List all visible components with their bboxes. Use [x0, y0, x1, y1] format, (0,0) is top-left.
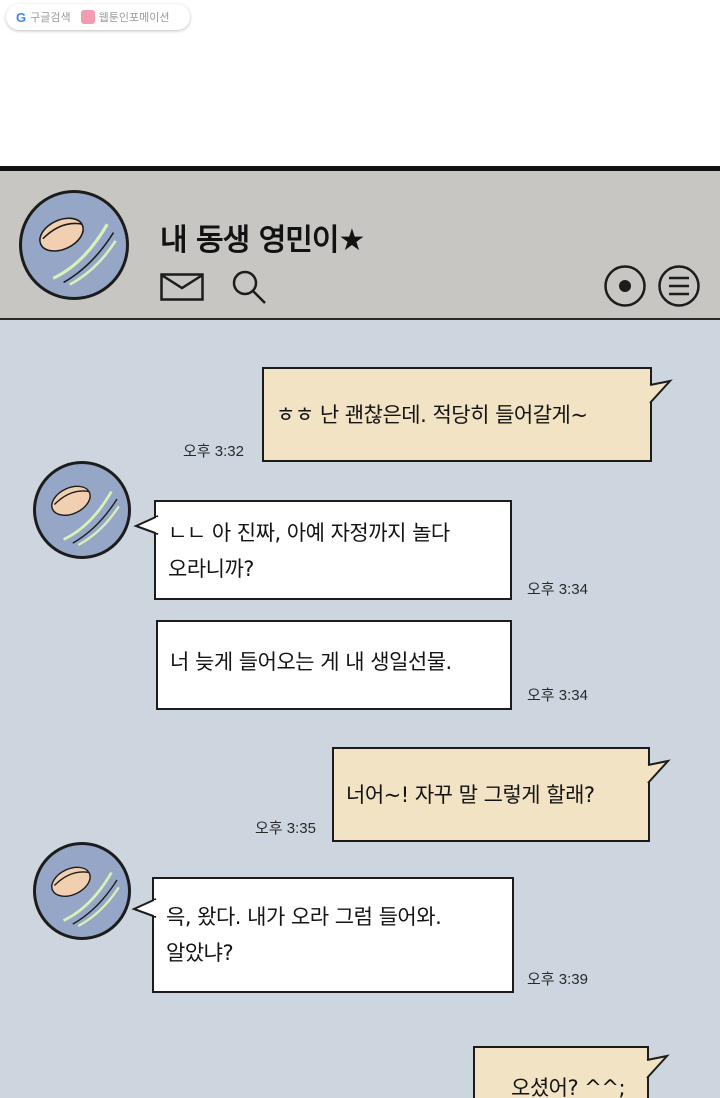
message-text: 오셨어? ^^; — [511, 1076, 626, 1098]
sender-avatar[interactable] — [33, 842, 131, 940]
message-text: 윽, 왔다. 내가 오라 그럼 들어와. 알았냐? — [166, 905, 442, 965]
bubble-tail — [133, 515, 160, 535]
message-text: 너 늦게 들어오는 게 내 생일선물. — [170, 650, 452, 674]
google-icon: G — [16, 9, 27, 25]
contact-avatar[interactable] — [19, 190, 129, 300]
their-message-bubble[interactable]: ㄴㄴ 아 진짜, 아예 자정까지 놀다 오라니까? — [133, 500, 512, 600]
source-bar: G 구글검색 웹툰인포메이션 — [6, 4, 190, 30]
message-time: 오후 3:39 — [527, 971, 588, 988]
google-search-label[interactable]: 구글검색 — [30, 9, 70, 25]
my-message-bubble[interactable]: ㅎㅎ 난 괜찮은데. 적당히 들어갈게~ — [262, 367, 673, 462]
record-icon[interactable] — [603, 264, 647, 308]
message-text: 너어~! 자꾸 말 그렇게 할래? — [346, 783, 595, 807]
menu-icon[interactable] — [657, 264, 701, 308]
bubble-tail — [644, 1054, 670, 1079]
sender-avatar[interactable] — [33, 461, 131, 559]
message-text: ㄴㄴ 아 진짜, 아예 자정까지 놀다 오라니까? — [168, 521, 450, 581]
message-time: 오후 3:34 — [527, 687, 588, 704]
webtoon-info-label[interactable]: 웹툰인포메이션 — [99, 9, 170, 25]
message-time: 오후 3:35 — [255, 820, 316, 837]
search-icon[interactable] — [230, 268, 268, 306]
my-message-bubble[interactable]: 너어~! 자꾸 말 그렇게 할래? — [332, 747, 671, 842]
bubble-tail — [131, 898, 158, 918]
their-message-bubble[interactable]: 너 늦게 들어오는 게 내 생일선물. — [156, 620, 512, 710]
mail-icon[interactable] — [160, 273, 204, 301]
webtoon-icon — [80, 10, 95, 24]
contact-name: 내 동생 영민이★ — [160, 223, 365, 258]
chat-header: 내 동생 영민이★ — [0, 171, 720, 320]
bubble-tail — [647, 379, 673, 404]
their-message-bubble[interactable]: 윽, 왔다. 내가 오라 그럼 들어와. 알았냐? — [131, 877, 514, 993]
message-time: 오후 3:34 — [527, 581, 588, 598]
my-message-bubble[interactable]: 오셨어? ^^; — [473, 1046, 670, 1098]
message-text: ㅎㅎ 난 괜찮은데. 적당히 들어갈게~ — [276, 403, 588, 427]
chat-area: ㅎㅎ 난 괜찮은데. 적당히 들어갈게~ 오후 3:32 ㄴㄴ 아 진짜, 아예… — [0, 320, 720, 1098]
bubble-tail — [645, 759, 671, 784]
message-time: 오후 3:32 — [183, 443, 244, 460]
